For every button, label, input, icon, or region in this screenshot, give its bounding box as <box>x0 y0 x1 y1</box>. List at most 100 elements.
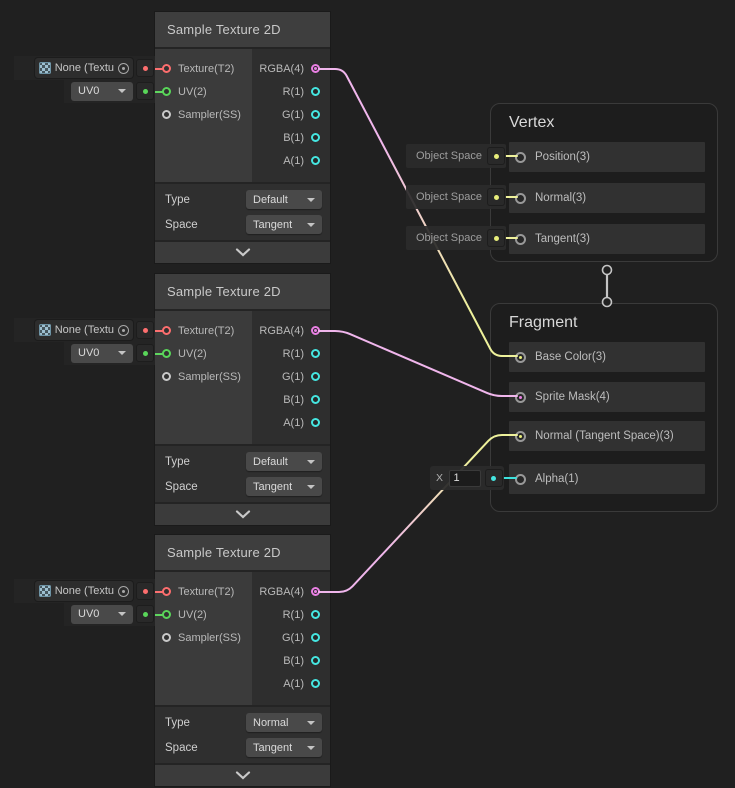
output-port-row[interactable]: RGBA(4) <box>252 57 330 80</box>
collapse-button[interactable] <box>155 242 330 263</box>
space-dropdown[interactable]: Tangent <box>246 738 322 757</box>
uv-port-icon[interactable] <box>162 349 171 358</box>
output-port-row[interactable]: RGBA(4) <box>252 580 330 603</box>
r-port-icon[interactable] <box>311 87 320 96</box>
output-port-row[interactable]: B(1) <box>252 649 330 672</box>
type-dropdown[interactable]: Default <box>246 190 322 209</box>
object-picker-icon[interactable] <box>118 325 129 336</box>
object-space-binding[interactable]: Object Space <box>406 144 506 168</box>
edge-rgba2-to-sprite-mask[interactable] <box>319 331 517 396</box>
port-connector[interactable] <box>486 470 502 486</box>
fragment-base-color-row[interactable]: Base Color(3) <box>509 342 705 372</box>
alpha-value-input[interactable] <box>449 470 481 487</box>
output-port-row[interactable]: A(1) <box>252 411 330 434</box>
input-port-row[interactable]: Texture(T2) <box>155 57 252 80</box>
input-port-row[interactable]: Texture(T2) <box>155 319 252 342</box>
rgba-port-icon[interactable] <box>311 587 320 596</box>
link-joint-top[interactable] <box>603 266 612 275</box>
shader-graph-canvas[interactable]: Sample Texture 2D Texture(T2) UV(2) Samp… <box>0 0 735 788</box>
texture-object-field[interactable]: None (Textu <box>35 58 133 78</box>
output-port-row[interactable]: G(1) <box>252 103 330 126</box>
texture-port-icon[interactable] <box>162 64 171 73</box>
input-port-row[interactable]: Sampler(SS) <box>155 365 252 388</box>
input-port-row[interactable]: UV(2) <box>155 80 252 103</box>
output-port-row[interactable]: G(1) <box>252 365 330 388</box>
object-space-binding[interactable]: Object Space <box>406 226 506 250</box>
port-connector[interactable] <box>137 345 153 361</box>
r-port-icon[interactable] <box>311 610 320 619</box>
vertex-position-row[interactable]: Position(3) <box>509 142 705 172</box>
texture-port-icon[interactable] <box>162 326 171 335</box>
sprite-mask-port-icon[interactable] <box>515 392 526 403</box>
port-connector[interactable] <box>137 583 153 599</box>
vertex-tangent-row[interactable]: Tangent(3) <box>509 224 705 254</box>
g-port-icon[interactable] <box>311 633 320 642</box>
uv-channel-dropdown[interactable]: UV0 <box>71 344 133 363</box>
position-port-icon[interactable] <box>515 152 526 163</box>
texture-object-field[interactable]: None (Textu <box>35 320 133 340</box>
uv-port-icon[interactable] <box>162 87 171 96</box>
base-color-port-icon[interactable] <box>515 352 526 363</box>
output-port-row[interactable]: B(1) <box>252 126 330 149</box>
output-port-row[interactable]: R(1) <box>252 80 330 103</box>
fragment-normal-row[interactable]: Normal (Tangent Space)(3) <box>509 421 705 451</box>
sample-texture-2d-node[interactable]: Sample Texture 2D Texture(T2) UV(2) Samp… <box>155 274 330 525</box>
alpha-port-icon[interactable] <box>515 474 526 485</box>
a-port-icon[interactable] <box>311 679 320 688</box>
output-port-row[interactable]: G(1) <box>252 626 330 649</box>
fragment-context-node[interactable]: Fragment Base Color(3) Sprite Mask(4) No… <box>490 303 718 512</box>
tangent-port-icon[interactable] <box>515 234 526 245</box>
a-port-icon[interactable] <box>311 156 320 165</box>
type-dropdown[interactable]: Normal <box>246 713 322 732</box>
output-port-row[interactable]: R(1) <box>252 603 330 626</box>
uv-port-icon[interactable] <box>162 610 171 619</box>
sampler-port-icon[interactable] <box>162 633 171 642</box>
input-port-row[interactable]: Texture(T2) <box>155 580 252 603</box>
texture-port-icon[interactable] <box>162 587 171 596</box>
sampler-port-icon[interactable] <box>162 110 171 119</box>
uv-channel-dropdown[interactable]: UV0 <box>71 82 133 101</box>
collapse-button[interactable] <box>155 765 330 786</box>
port-connector[interactable] <box>137 60 153 76</box>
port-connector[interactable] <box>488 189 504 205</box>
edge-rgba3-to-normal[interactable] <box>319 435 517 592</box>
fragment-sprite-mask-row[interactable]: Sprite Mask(4) <box>509 382 705 412</box>
output-port-row[interactable]: R(1) <box>252 342 330 365</box>
fragment-alpha-row[interactable]: Alpha(1) <box>509 464 705 494</box>
rgba-port-icon[interactable] <box>311 64 320 73</box>
sample-texture-2d-node[interactable]: Sample Texture 2D Texture(T2) UV(2) Samp… <box>155 12 330 263</box>
output-port-row[interactable]: B(1) <box>252 388 330 411</box>
normal-port-icon[interactable] <box>515 193 526 204</box>
texture-object-field[interactable]: None (Textu <box>35 581 133 601</box>
r-port-icon[interactable] <box>311 349 320 358</box>
port-connector[interactable] <box>488 230 504 246</box>
space-dropdown[interactable]: Tangent <box>246 215 322 234</box>
object-picker-icon[interactable] <box>118 586 129 597</box>
input-port-row[interactable]: Sampler(SS) <box>155 626 252 649</box>
port-connector[interactable] <box>137 322 153 338</box>
object-picker-icon[interactable] <box>118 63 129 74</box>
rgba-port-icon[interactable] <box>311 326 320 335</box>
output-port-row[interactable]: RGBA(4) <box>252 319 330 342</box>
output-port-row[interactable]: A(1) <box>252 149 330 172</box>
input-port-row[interactable]: UV(2) <box>155 342 252 365</box>
input-port-row[interactable]: UV(2) <box>155 603 252 626</box>
vertex-context-node[interactable]: Vertex Position(3) Normal(3) Tangent(3) <box>490 103 718 262</box>
b-port-icon[interactable] <box>311 395 320 404</box>
a-port-icon[interactable] <box>311 418 320 427</box>
normal-tangent-space-port-icon[interactable] <box>515 431 526 442</box>
port-connector[interactable] <box>488 148 504 164</box>
edge-rgba1-to-base-color[interactable] <box>319 69 517 356</box>
sample-texture-2d-node[interactable]: Sample Texture 2D Texture(T2) UV(2) Samp… <box>155 535 330 786</box>
sampler-port-icon[interactable] <box>162 372 171 381</box>
port-connector[interactable] <box>137 606 153 622</box>
port-connector[interactable] <box>137 83 153 99</box>
type-dropdown[interactable]: Default <box>246 452 322 471</box>
b-port-icon[interactable] <box>311 656 320 665</box>
collapse-button[interactable] <box>155 504 330 525</box>
node-header[interactable]: Sample Texture 2D <box>155 535 330 572</box>
vertex-normal-row[interactable]: Normal(3) <box>509 183 705 213</box>
space-dropdown[interactable]: Tangent <box>246 477 322 496</box>
g-port-icon[interactable] <box>311 372 320 381</box>
output-port-row[interactable]: A(1) <box>252 672 330 695</box>
